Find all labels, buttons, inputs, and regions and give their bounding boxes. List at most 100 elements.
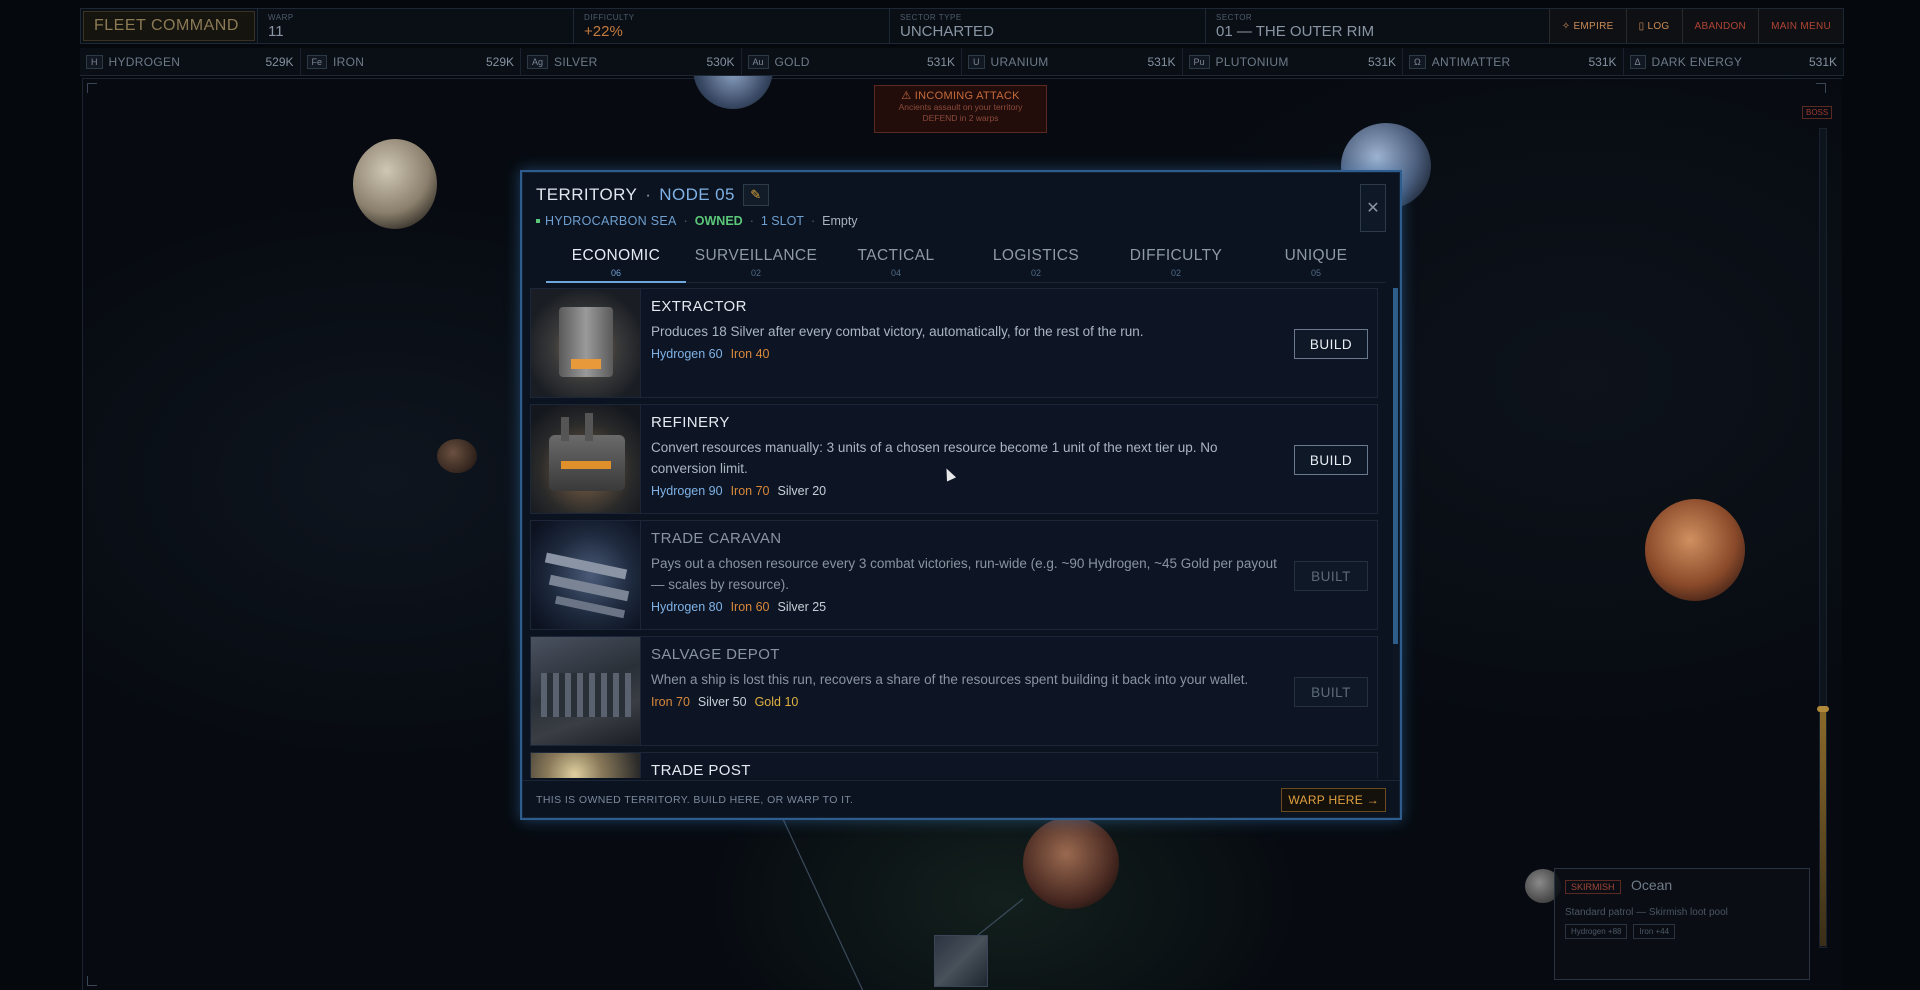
subtitle-separator: · xyxy=(749,214,754,228)
empire-button[interactable]: ✧ EMPIRE xyxy=(1548,9,1626,43)
resource-amount: 529K xyxy=(265,54,294,69)
tab-count: 02 xyxy=(1030,268,1041,278)
warp-label: WARP xyxy=(268,13,294,22)
warp-here-button[interactable]: WARP HERE → xyxy=(1281,787,1386,812)
tab-unique[interactable]: UNIQUE 05 xyxy=(1246,238,1386,282)
tab-economic[interactable]: ECONOMIC 06 xyxy=(546,238,686,283)
resource-amount: 529K xyxy=(485,54,514,69)
structure-description: Pays out a chosen resource every 3 comba… xyxy=(651,556,1277,592)
structure-card-extractor: EXTRACTOR Produces 18 Silver after every… xyxy=(530,288,1378,398)
structure-card-refinery: REFINERY Convert resources manually: 3 u… xyxy=(530,404,1378,514)
structure-name: TRADE POST xyxy=(651,762,751,778)
tab-count: 04 xyxy=(890,268,901,278)
rename-pencil-icon[interactable]: ✎ xyxy=(742,184,769,206)
cost-iron: Iron 60 xyxy=(730,600,770,614)
difficulty-stat: DIFFICULTY +22% xyxy=(573,9,889,43)
tab-count: 02 xyxy=(1170,268,1181,278)
alert-line-1: Ancients assault on your territory xyxy=(898,102,1023,112)
structure-cost: Hydrogen 90 Iron 70 Silver 20 xyxy=(651,484,1367,498)
cost-iron: Iron 40 xyxy=(730,347,770,361)
cost-hydrogen: Hydrogen 60 xyxy=(651,347,723,361)
tab-label: LOGISTICS xyxy=(992,247,1080,264)
structure-card-body: TRADE POST xyxy=(641,753,1377,778)
skirmish-info-card[interactable]: SKIRMISH Ocean Standard patrol — Skirmis… xyxy=(1554,868,1810,980)
territory-subtitle: HYDROCARBON SEA · OWNED · 1 SLOT · Empty xyxy=(536,214,1386,228)
cost-silver: Silver 50 xyxy=(697,695,747,709)
resource-amount: 531K xyxy=(1147,54,1176,69)
difficulty-label: DIFFICULTY xyxy=(584,13,635,22)
subtitle-separator: · xyxy=(683,214,688,228)
structure-card-trade-post: TRADE POST xyxy=(530,752,1378,778)
sector-value: 01 — THE OUTER RIM xyxy=(1216,23,1375,40)
hud-buttons: ✧ EMPIRE ▯ LOG ABANDON MAIN MENU xyxy=(1548,9,1843,43)
cost-hydrogen: Hydrogen 90 xyxy=(651,484,723,498)
sector-label: SECTOR xyxy=(1216,13,1253,22)
modal-header: TERRITORY · NODE 05 ✎ HYDROCARBON SEA · … xyxy=(522,172,1400,238)
log-button[interactable]: ▯ LOG xyxy=(1625,9,1682,43)
skirmish-tag: SKIRMISH xyxy=(1565,880,1621,894)
resource-bar: H HYDROGEN 529K Fe IRON 529K Ag SILVER 5… xyxy=(80,48,1844,76)
cost-silver: Silver 20 xyxy=(777,484,827,498)
resource-hydrogen: H HYDROGEN 529K xyxy=(80,48,301,75)
refinery-image xyxy=(531,405,641,513)
resource-symbol: Fe xyxy=(306,54,328,69)
resource-symbol: H xyxy=(86,54,103,69)
sector-type-stat: SECTOR TYPE UNCHARTED xyxy=(889,9,1205,43)
resource-name: PLUTONIUM xyxy=(1215,54,1289,69)
structure-card-trade-caravan: TRADE CARAVAN Pays out a chosen resource… xyxy=(530,520,1378,630)
list-scrollbar-thumb[interactable] xyxy=(1393,288,1398,644)
modal-title: TERRITORY xyxy=(536,185,638,204)
cost-hydrogen: Hydrogen 80 xyxy=(651,600,723,614)
skirmish-loot-chips: Hydrogen +88 Iron +44 xyxy=(1565,924,1799,939)
abandon-button[interactable]: ABANDON xyxy=(1681,9,1759,43)
incoming-attack-alert[interactable]: ⚠ INCOMING ATTACK Ancients assault on yo… xyxy=(874,85,1047,133)
main-menu-button[interactable]: MAIN MENU xyxy=(1758,9,1843,43)
structure-name: REFINERY xyxy=(651,414,730,431)
tab-count: 05 xyxy=(1310,268,1321,278)
alert-line-2: DEFEND in 2 warps xyxy=(922,113,999,123)
category-tabs: ECONOMIC 06 SURVEILLANCE 02 TACTICAL 04 … xyxy=(546,238,1386,283)
progress-track-knob xyxy=(1817,706,1829,712)
footer-hint: THIS IS OWNED TERRITORY. BUILD HERE, OR … xyxy=(536,793,854,806)
structure-name: EXTRACTOR xyxy=(651,298,747,315)
sector-type-value: UNCHARTED xyxy=(900,23,994,40)
tab-tactical[interactable]: TACTICAL 04 xyxy=(826,238,966,282)
territory-biome: HYDROCARBON SEA xyxy=(545,214,677,228)
resource-name: ANTIMATTER xyxy=(1431,54,1511,69)
resource-uranium: U URANIUM 531K xyxy=(962,48,1183,75)
structure-name: SALVAGE DEPOT xyxy=(651,646,780,663)
tab-label: TACTICAL xyxy=(857,247,935,264)
tab-logistics[interactable]: LOGISTICS 02 xyxy=(966,238,1106,282)
close-button[interactable]: ✕ xyxy=(1360,184,1386,232)
build-button[interactable]: BUILD xyxy=(1294,445,1368,475)
loot-chip: Hydrogen +88 xyxy=(1565,924,1628,939)
resource-dark-energy: Δ DARK ENERGY 531K xyxy=(1624,48,1844,75)
slot-count: 1 SLOT xyxy=(760,214,804,228)
warp-stat: WARP 11 xyxy=(257,9,573,43)
slot-status: Empty xyxy=(822,214,858,228)
cost-iron: Iron 70 xyxy=(651,695,690,709)
build-button[interactable]: BUILD xyxy=(1294,329,1368,359)
ownership-status: OWNED xyxy=(694,214,743,228)
structure-card-salvage-depot: SALVAGE DEPOT When a ship is lost this r… xyxy=(530,636,1378,746)
resource-symbol: Δ xyxy=(1629,54,1646,69)
salvage-depot-image xyxy=(531,637,641,745)
structure-name: TRADE CARAVAN xyxy=(651,530,782,547)
structure-card-body: TRADE CARAVAN Pays out a chosen resource… xyxy=(641,521,1377,629)
resource-antimatter: Ω ANTIMATTER 531K xyxy=(1403,48,1624,75)
tab-difficulty[interactable]: DIFFICULTY 02 xyxy=(1106,238,1246,282)
structure-card-body: REFINERY Convert resources manually: 3 u… xyxy=(641,405,1377,513)
tab-count: 06 xyxy=(610,268,621,278)
tab-label: DIFFICULTY xyxy=(1129,247,1223,264)
skirmish-description: Standard patrol — Skirmish loot pool xyxy=(1565,907,1728,918)
tab-surveillance[interactable]: SURVEILLANCE 02 xyxy=(686,238,826,282)
extractor-image xyxy=(531,289,641,397)
resource-symbol: Ω xyxy=(1409,54,1426,69)
resource-amount: 530K xyxy=(706,54,735,69)
structure-list[interactable]: EXTRACTOR Produces 18 Silver after every… xyxy=(530,288,1378,778)
structure-description: When a ship is lost this run, recovers a… xyxy=(651,672,1249,687)
resource-silver: Ag SILVER 530K xyxy=(521,48,742,75)
sector-type-label: SECTOR TYPE xyxy=(900,13,962,22)
map-node-thumbnail[interactable] xyxy=(934,935,988,987)
resource-symbol: Ag xyxy=(527,54,549,69)
